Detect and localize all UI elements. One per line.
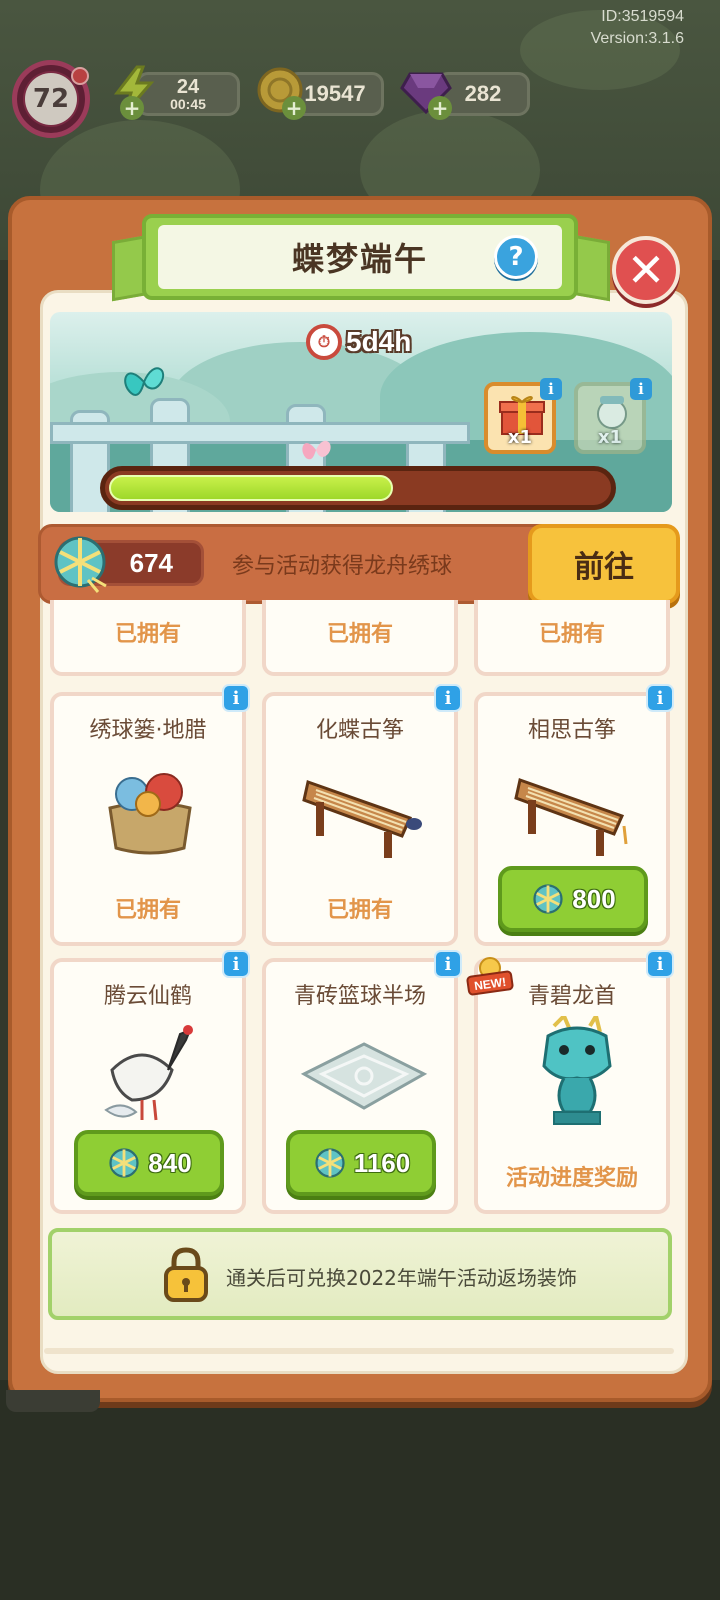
currency-description: 参与活动获得龙舟绣球	[232, 554, 453, 579]
help-button[interactable]: ?	[494, 235, 538, 279]
info-icon[interactable]: i	[222, 950, 250, 978]
shop-item-card[interactable]: 已拥有	[262, 600, 458, 676]
embroidered-ball-icon	[315, 1148, 345, 1178]
owned-label: 已拥有	[326, 622, 393, 647]
add-energy-button[interactable]: +	[120, 96, 144, 120]
basket-icon	[108, 773, 192, 855]
info-icon[interactable]: i	[434, 950, 462, 978]
shop-item-butterfly-guzheng[interactable]: 化蝶古筝 已拥有	[262, 692, 458, 946]
level-number: 72	[25, 73, 77, 125]
buy-button[interactable]: 800	[498, 866, 648, 932]
item-name: 绣球篓·地腊	[89, 718, 207, 743]
embroidered-ball-icon	[109, 1148, 139, 1178]
shop-item-card[interactable]: 已拥有	[50, 600, 246, 676]
item-name: 青砖篮球半场	[293, 984, 426, 1009]
price-label: 840	[148, 1147, 192, 1178]
reward-1-info-icon[interactable]: i	[540, 378, 562, 400]
event-progress-bar	[100, 466, 616, 510]
list-bottom-divider	[44, 1348, 674, 1354]
new-badge-icon: NEW!	[466, 957, 514, 996]
lock-icon	[164, 1247, 208, 1302]
crane-icon	[104, 1025, 193, 1121]
owned-label: 已拥有	[114, 898, 181, 923]
guzheng-icon	[302, 780, 422, 858]
add-coins-button[interactable]: +	[282, 96, 306, 120]
info-icon[interactable]: i	[222, 684, 250, 712]
close-button[interactable]: ✕	[612, 236, 680, 304]
owned-label: 已拥有	[326, 898, 393, 923]
add-gems-button[interactable]: +	[428, 96, 452, 120]
guzheng-icon	[514, 778, 628, 856]
embroidered-ball-icon	[533, 884, 563, 914]
info-icon[interactable]: i	[434, 684, 462, 712]
owned-label: 已拥有	[114, 622, 181, 647]
reward-1-count: x1	[507, 427, 533, 448]
reward-2-info-icon[interactable]: i	[630, 378, 652, 400]
reward-2-count: x1	[597, 427, 623, 448]
embroidered-ball-icon	[54, 536, 107, 593]
buy-button[interactable]: 840	[74, 1130, 224, 1196]
price-label: 800	[572, 883, 616, 914]
timer-text: 5d4h	[346, 326, 412, 357]
dialog-foot-left	[6, 1390, 100, 1412]
info-icon[interactable]: i	[646, 950, 674, 978]
dialog-title: 蝶梦端午	[291, 240, 428, 278]
player-id: ID:3519594	[601, 8, 684, 25]
shop-item-basketball-court[interactable]: 青砖篮球半场 1160	[262, 958, 458, 1214]
price-label: 1160	[353, 1147, 411, 1178]
lock-message: 通关后可兑换2022年端午活动返场装饰	[226, 1266, 577, 1290]
energy-timer: 00:45	[170, 96, 206, 112]
shop-item-dragon-head[interactable]: 青碧龙首 活动进度奖励	[474, 958, 670, 1214]
shop-item-card[interactable]: 已拥有	[474, 600, 670, 676]
item-name: 相思古筝	[527, 718, 616, 743]
energy-value: 24	[176, 76, 200, 98]
item-name: 腾云仙鹤	[103, 984, 192, 1009]
notification-dot	[71, 67, 89, 85]
dragon-head-icon	[542, 1016, 612, 1125]
item-name: 化蝶古筝	[315, 718, 404, 743]
info-icon[interactable]: i	[646, 684, 674, 712]
background-bottom	[0, 1380, 720, 1600]
butterfly-icon	[124, 367, 165, 396]
title-ribbon: 蝶梦端午 ?	[142, 214, 578, 300]
shop-item-crane[interactable]: 腾云仙鹤 840	[50, 958, 246, 1214]
shop-item-hydrangea-basket[interactable]: 绣球篓·地腊 已拥有	[50, 692, 246, 946]
event-reward-label: 活动进度奖励	[505, 1166, 638, 1191]
version-label: Version:3.1.6	[590, 30, 684, 47]
basketball-court-icon	[300, 1042, 428, 1110]
clock-icon: ⏱	[306, 324, 342, 360]
progress-fill	[109, 475, 393, 501]
event-timer: ⏱ 5d4h	[306, 322, 411, 362]
shop-item-longing-guzheng[interactable]: 相思古筝 800	[474, 692, 670, 946]
go-button[interactable]: 前往	[528, 524, 680, 604]
pink-butterfly-icon	[302, 440, 331, 460]
owned-label: 已拥有	[538, 622, 605, 647]
buy-button[interactable]: 1160	[286, 1130, 436, 1196]
level-badge[interactable]: 72	[12, 60, 90, 138]
